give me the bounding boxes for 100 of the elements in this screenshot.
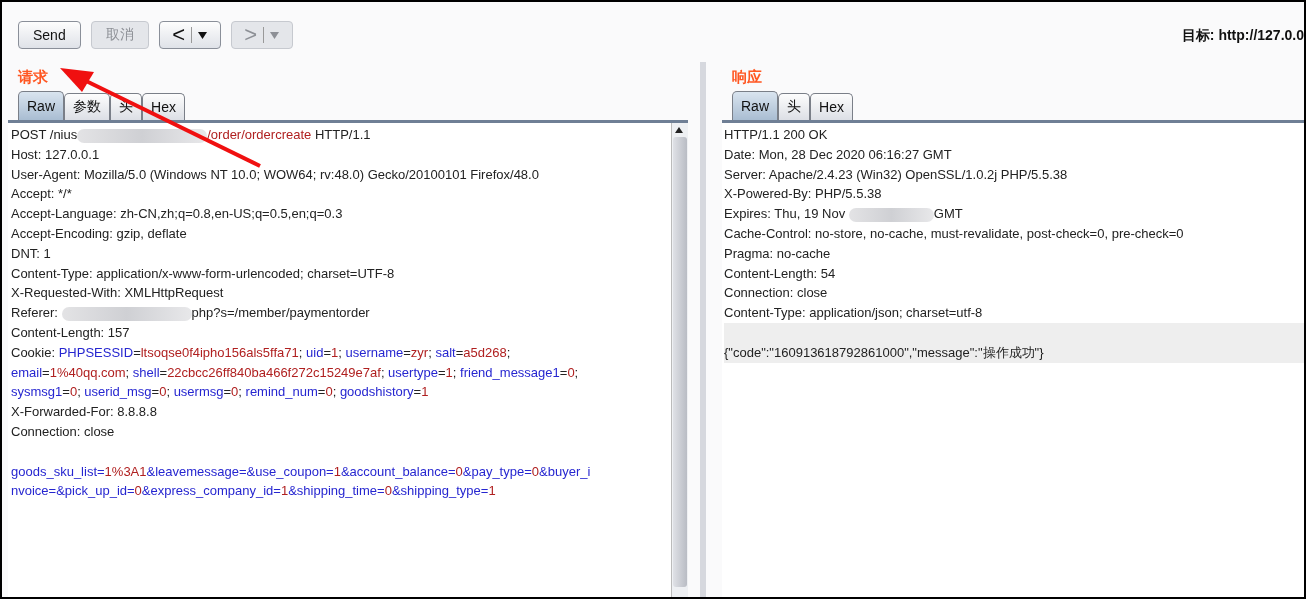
param-value: 0 bbox=[531, 463, 539, 479]
code-text: Date: Mon, 28 Dec 2020 06:16:27 GMT bbox=[724, 146, 952, 162]
code-text: php?s=/member/paymentorder bbox=[191, 305, 370, 321]
code-text: = bbox=[403, 344, 411, 360]
code-text: = bbox=[223, 384, 232, 400]
param-name: username bbox=[345, 344, 404, 360]
param-value: 1 bbox=[445, 364, 453, 380]
code-text: DNT: 1 bbox=[11, 245, 51, 261]
code-text: Referer: bbox=[11, 305, 59, 321]
param-value: 0 bbox=[384, 483, 392, 499]
send-button[interactable]: Send bbox=[18, 21, 81, 49]
code-text: ; bbox=[332, 384, 338, 400]
param-value: 0 bbox=[325, 384, 333, 400]
param-name: salt bbox=[435, 344, 456, 360]
code-text: Content-Type: application/json; charset=utf-8 bbox=[724, 305, 983, 321]
scrollbar[interactable] bbox=[671, 123, 688, 597]
code-text: ; bbox=[428, 344, 433, 360]
code-text: Content-Length: 54 bbox=[724, 265, 836, 281]
history-nav-button[interactable]: < bbox=[158, 21, 221, 49]
editor-tab[interactable]: Raw bbox=[18, 91, 64, 120]
code-text: Content-Length: 157 bbox=[11, 324, 130, 340]
code-text: ; bbox=[452, 364, 458, 380]
param-name: goods_sku_list bbox=[11, 463, 97, 479]
code-text: = bbox=[559, 364, 568, 380]
param-value: 1 bbox=[421, 384, 429, 400]
code-text: = bbox=[323, 344, 331, 360]
code-text: X-Requested-With: XMLHttpRequest bbox=[11, 285, 224, 301]
code-text: Cookie: bbox=[11, 344, 57, 360]
param-name: userid_msg bbox=[84, 384, 152, 400]
code-text: Cache-Control: no-store, no-cache, must-revalidate, post-check=0, pre-check=0 bbox=[724, 226, 1184, 241]
code-text: ; bbox=[298, 344, 304, 360]
code-text: Accept: */* bbox=[11, 186, 72, 202]
code-text: ; bbox=[77, 384, 82, 400]
param-name: email bbox=[11, 364, 43, 380]
param-value: 1 bbox=[280, 483, 289, 499]
param-name: sysmsg1 bbox=[11, 384, 63, 400]
pane-title: 响应 bbox=[732, 66, 763, 87]
code-text: Connection: close bbox=[11, 423, 115, 439]
code-text: Pragma: no-cache bbox=[724, 245, 831, 261]
dropdown-caret-icon[interactable] bbox=[198, 31, 208, 39]
param-value: 1 bbox=[488, 483, 496, 499]
param-name: usertype bbox=[388, 364, 438, 380]
editor-tab[interactable]: Raw bbox=[732, 91, 778, 120]
param-name: goodshistory bbox=[339, 384, 414, 400]
code-text: = bbox=[438, 364, 446, 380]
target-label: 目标: bbox=[1181, 27, 1215, 45]
code-text: HTTP/1.1 200 OK bbox=[724, 127, 828, 142]
code-text: = bbox=[455, 344, 464, 360]
code-text: ; bbox=[166, 384, 171, 400]
code-text: X-Forwarded-For: 8.8.8.8 bbox=[11, 404, 157, 420]
code-text: GMT bbox=[933, 206, 963, 222]
param-name: shell bbox=[132, 364, 160, 380]
param-value: 22cbcc26ff840ba466f272c15249e7af bbox=[167, 364, 381, 380]
code-text: Expires: Thu, 19 Nov bbox=[724, 206, 847, 222]
param-value: 0 bbox=[455, 463, 463, 479]
code-text: Server: Apache/2.4.23 (Win32) OpenSSL/1.0.2j PHP/5.5.38 bbox=[724, 166, 1068, 182]
editor-tab[interactable]: Hex bbox=[810, 93, 853, 120]
code-text: POST /nius bbox=[11, 127, 78, 142]
code-text: = bbox=[159, 364, 168, 380]
code-text: HTTP/1.1 bbox=[313, 127, 371, 142]
param-value: /order/ordercreate bbox=[207, 127, 312, 142]
param-value: a5d268 bbox=[463, 344, 507, 360]
param-name: &leavemessage=&use_coupon= bbox=[146, 463, 334, 479]
param-value: 0 bbox=[567, 364, 575, 380]
code-text: User-Agent: Mozilla/5.0 (Windows NT 10.0; WOW64; rv:48.0) Gecko/20100101 Firefox/48.0 bbox=[11, 166, 539, 182]
param-name: uid bbox=[306, 344, 324, 360]
code-text: ; bbox=[506, 344, 511, 360]
param-name: &express_company_id= bbox=[141, 483, 281, 499]
param-value: ltsoqse0f4ipho156als5ffa71 bbox=[140, 344, 299, 360]
editor-tab[interactable]: 头 bbox=[778, 93, 810, 120]
param-name: &account_balance= bbox=[340, 463, 456, 479]
code-text: ; bbox=[574, 364, 579, 380]
json-body-text: {"code":"160913618792861000","message":"操作成功"} bbox=[724, 344, 1044, 360]
code-text: Accept-Encoding: gzip, deflate bbox=[11, 226, 187, 241]
pane-title: 请求 bbox=[18, 66, 49, 87]
editor-tab[interactable]: 参数 bbox=[64, 93, 110, 120]
param-name: usermsg bbox=[173, 384, 224, 400]
code-text: = bbox=[413, 384, 422, 400]
code-text: Connection: close bbox=[724, 285, 828, 301]
code-text: = bbox=[133, 344, 141, 360]
code-text: ; bbox=[380, 364, 386, 380]
param-name: &shipping_time= bbox=[288, 483, 385, 499]
code-text: ; bbox=[338, 344, 343, 360]
code-text: = bbox=[62, 384, 70, 400]
code-text: ; bbox=[238, 384, 243, 400]
param-value: 0 bbox=[134, 483, 142, 499]
param-name: friend_message1 bbox=[460, 364, 560, 380]
code-text: X-Powered-By: PHP/5.5.38 bbox=[724, 186, 882, 202]
param-name: PHPSESSID bbox=[58, 344, 134, 360]
param-value: 1%40qq.com bbox=[49, 364, 126, 380]
code-text: Host: 127.0.0.1 bbox=[11, 146, 100, 162]
scroll-thumb[interactable] bbox=[673, 137, 687, 587]
code-text: Accept-Language: zh-CN,zh;q=0.8,en-US;q=0.5,en;q=0.3 bbox=[11, 206, 343, 222]
param-value: 1%3A1 bbox=[104, 463, 147, 479]
param-name: &shipping_type= bbox=[391, 483, 489, 499]
param-value: 1 bbox=[333, 463, 341, 479]
code-text: Content-Type: application/x-www-form-urlencoded; charset=UTF-8 bbox=[11, 265, 395, 281]
param-name: nvoice=&pick_up_id= bbox=[11, 483, 135, 499]
code-text: = bbox=[151, 384, 160, 400]
param-name: &buyer_i bbox=[539, 463, 591, 479]
